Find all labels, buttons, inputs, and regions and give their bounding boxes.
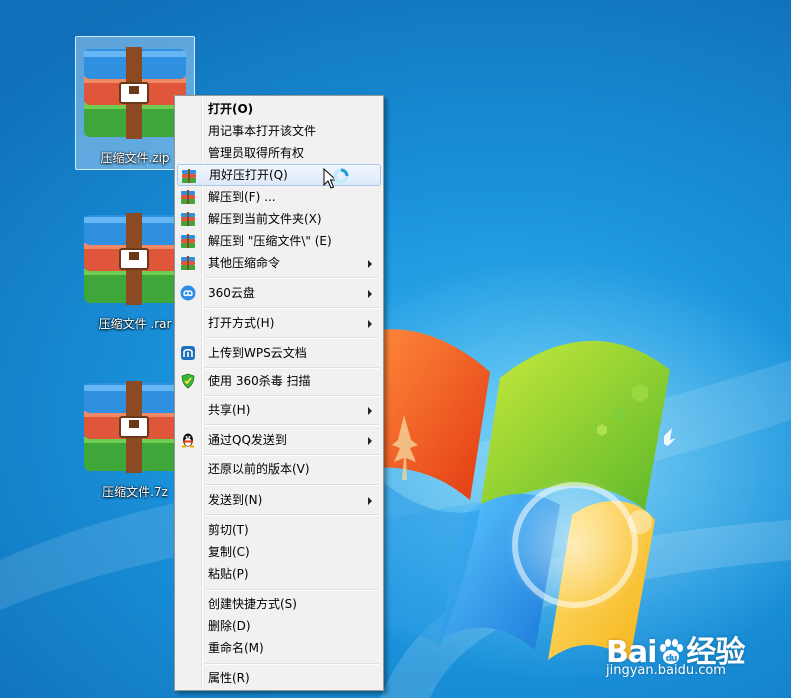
menu-item-label: 属性(R) bbox=[208, 671, 250, 685]
menu-item-restore-versions[interactable]: 还原以前的版本(V) bbox=[177, 458, 381, 480]
menu-item-label: 360云盘 bbox=[208, 286, 255, 300]
menu-item-label: 剪切(T) bbox=[208, 523, 249, 537]
haozip-icon bbox=[181, 256, 195, 270]
submenu-arrow-icon bbox=[368, 290, 372, 298]
submenu-arrow-icon bbox=[368, 260, 372, 268]
menu-item-label: 创建快捷方式(S) bbox=[208, 597, 297, 611]
menu-item-rename[interactable]: 重命名(M) bbox=[177, 637, 381, 659]
menu-item-extract-named[interactable]: 解压到 "压缩文件\" (E) bbox=[177, 230, 381, 252]
menu-separator bbox=[205, 589, 379, 591]
menu-item-take-ownership[interactable]: 管理员取得所有权 bbox=[177, 142, 381, 164]
haozip-icon bbox=[181, 212, 195, 226]
menu-item-properties[interactable]: 属性(R) bbox=[177, 667, 381, 689]
menu-item-label: 还原以前的版本(V) bbox=[208, 462, 310, 476]
cloud-360-icon bbox=[180, 285, 196, 301]
menu-item-label: 删除(D) bbox=[208, 619, 251, 633]
menu-item-label: 解压到(F) ... bbox=[208, 190, 276, 204]
submenu-arrow-icon bbox=[368, 497, 372, 505]
qq-penguin-icon bbox=[181, 433, 195, 448]
busy-cursor-icon bbox=[323, 168, 349, 189]
menu-separator bbox=[205, 337, 379, 339]
menu-item-open[interactable]: 打开(O) bbox=[177, 98, 381, 120]
desktop-icon-label: 压缩文件.zip bbox=[100, 151, 170, 165]
menu-item-label: 粘贴(P) bbox=[208, 567, 249, 581]
submenu-arrow-icon bbox=[368, 407, 372, 415]
context-menu: 打开(O) 用记事本打开该文件 管理员取得所有权 用好压打开(Q) 解压到(F)… bbox=[174, 95, 384, 691]
menu-separator bbox=[205, 395, 379, 397]
watermark-url: jingyan.baidu.com bbox=[606, 663, 726, 678]
menu-item-share[interactable]: 共享(H) bbox=[177, 399, 381, 421]
submenu-arrow-icon bbox=[368, 437, 372, 445]
menu-separator bbox=[205, 367, 379, 369]
haozip-icon bbox=[181, 234, 195, 248]
menu-item-send-qq[interactable]: 通过QQ发送到 bbox=[177, 429, 381, 451]
baidu-jingyan-watermark: Bai du 经验 jingyan.baidu.com bbox=[606, 627, 786, 687]
menu-item-label: 解压到 "压缩文件\" (E) bbox=[208, 234, 332, 248]
desktop: 压缩文件.zip 压缩文件 .rar 压缩文件.7z 打开(O) 用记事本打开该… bbox=[0, 0, 791, 698]
menu-separator bbox=[205, 277, 379, 279]
menu-item-scan-360[interactable]: 使用 360杀毒 扫描 bbox=[177, 370, 381, 392]
menu-item-label: 上传到WPS云文档 bbox=[208, 346, 307, 360]
menu-item-label: 用好压打开(Q) bbox=[209, 168, 288, 182]
menu-item-send-to[interactable]: 发送到(N) bbox=[177, 489, 381, 511]
menu-separator bbox=[205, 424, 379, 426]
wps-cloud-icon bbox=[181, 346, 195, 360]
menu-item-copy[interactable]: 复制(C) bbox=[177, 541, 381, 563]
menu-item-label: 解压到当前文件夹(X) bbox=[208, 212, 322, 226]
menu-item-extract-here[interactable]: 解压到当前文件夹(X) bbox=[177, 208, 381, 230]
menu-item-upload-wps[interactable]: 上传到WPS云文档 bbox=[177, 342, 381, 364]
menu-item-open-notepad[interactable]: 用记事本打开该文件 bbox=[177, 120, 381, 142]
menu-separator bbox=[205, 454, 379, 456]
menu-item-label: 复制(C) bbox=[208, 545, 250, 559]
haozip-icon bbox=[182, 169, 196, 183]
menu-separator bbox=[205, 514, 379, 516]
menu-item-label: 打开(O) bbox=[208, 102, 254, 116]
menu-item-cut[interactable]: 剪切(T) bbox=[177, 519, 381, 541]
menu-item-label: 使用 360杀毒 扫描 bbox=[208, 374, 311, 388]
submenu-arrow-icon bbox=[368, 320, 372, 328]
menu-item-label: 打开方式(H) bbox=[208, 316, 275, 330]
menu-item-label: 管理员取得所有权 bbox=[208, 146, 305, 160]
menu-item-more-compress[interactable]: 其他压缩命令 bbox=[177, 252, 381, 274]
desktop-icon-label: 压缩文件 .rar bbox=[98, 317, 172, 331]
menu-separator bbox=[205, 307, 379, 309]
menu-item-label: 通过QQ发送到 bbox=[208, 433, 287, 447]
baidu-paw-icon: du bbox=[660, 639, 684, 664]
menu-item-delete[interactable]: 删除(D) bbox=[177, 615, 381, 637]
menu-item-label: 重命名(M) bbox=[208, 641, 264, 655]
menu-separator bbox=[205, 484, 379, 486]
menu-item-paste[interactable]: 粘贴(P) bbox=[177, 563, 381, 585]
haozip-icon bbox=[181, 190, 195, 204]
menu-separator bbox=[205, 663, 379, 665]
shield-icon bbox=[181, 373, 195, 389]
menu-item-open-with[interactable]: 打开方式(H) bbox=[177, 312, 381, 334]
menu-item-label: 共享(H) bbox=[208, 403, 251, 417]
menu-item-create-shortcut[interactable]: 创建快捷方式(S) bbox=[177, 593, 381, 615]
menu-item-label: 发送到(N) bbox=[208, 493, 263, 507]
menu-item-label: 用记事本打开该文件 bbox=[208, 124, 317, 138]
menu-item-label: 其他压缩命令 bbox=[208, 256, 281, 270]
menu-item-360-cloud[interactable]: 360云盘 bbox=[177, 282, 381, 304]
desktop-icon-label: 压缩文件.7z bbox=[102, 485, 168, 499]
